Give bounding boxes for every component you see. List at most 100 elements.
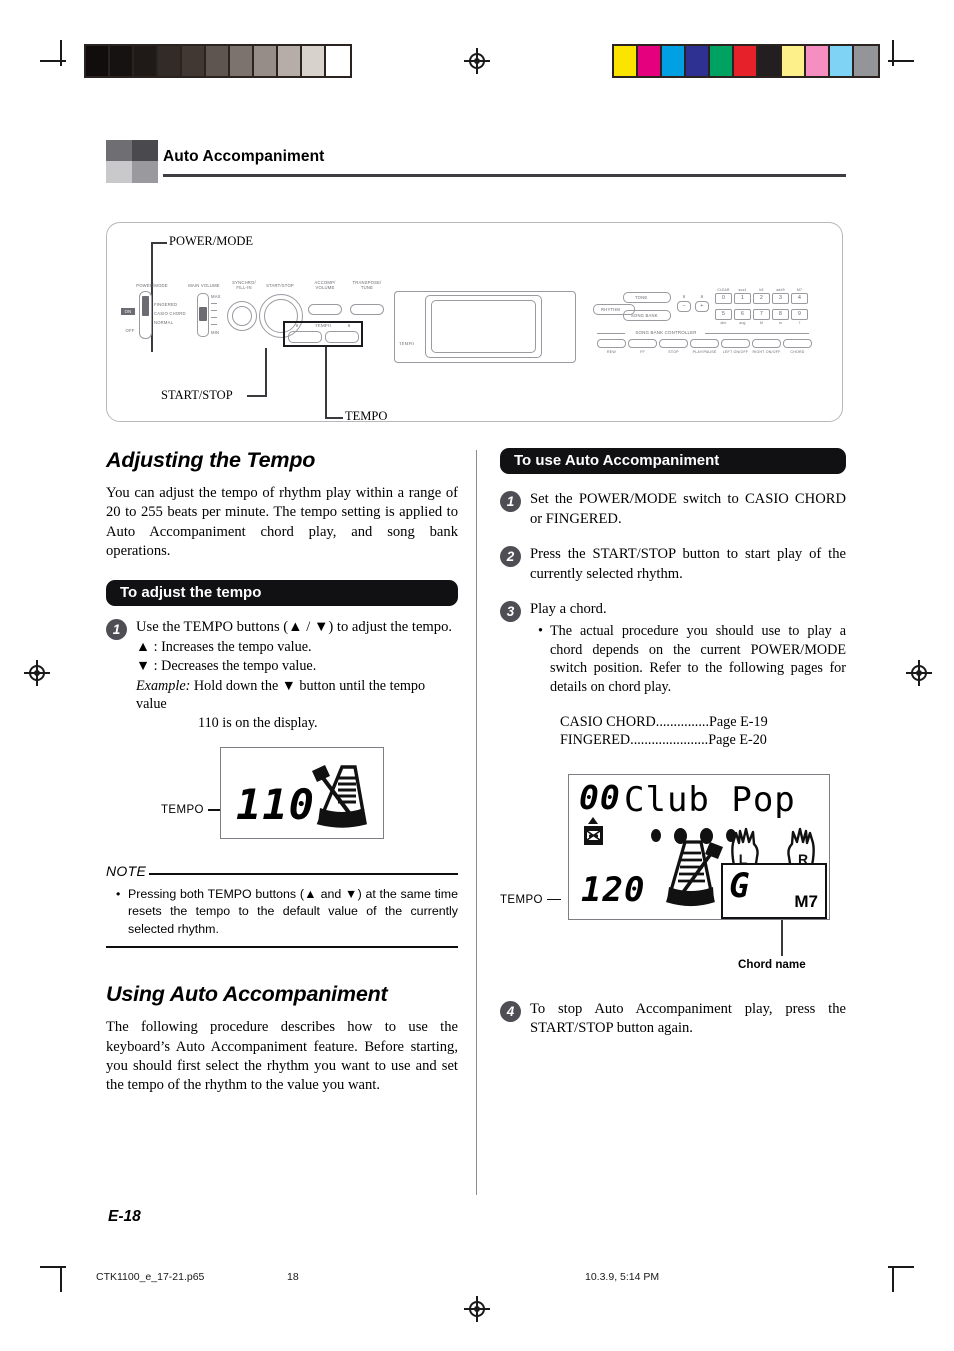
- calibration-swatch-9: [302, 46, 326, 76]
- step-example-line2: 110 is on the display.: [198, 715, 318, 732]
- numpad-key-alt-label-5: dim: [720, 321, 727, 325]
- ref-dots: ......................: [630, 732, 709, 749]
- calibration-swatch-5: [206, 46, 230, 76]
- numpad-key-alt-label-3: add9: [776, 288, 785, 292]
- controller-button-stop[interactable]: STOP: [659, 339, 688, 357]
- accompaniment-lcd-tempo-label-text: TEMPO: [500, 893, 543, 906]
- controller-button-right-on-off[interactable]: RIGHT ON/OFF: [752, 339, 781, 357]
- calibration-swatch-4: [182, 46, 206, 76]
- drum-icon: [584, 825, 603, 845]
- tempo-up-button[interactable]: [325, 331, 359, 343]
- ref-page: Page E-20: [708, 732, 767, 749]
- volume-tick-1: [211, 303, 217, 304]
- header-rule: [163, 174, 846, 177]
- left-column: Adjusting the Tempo You can adjust the t…: [106, 448, 458, 1100]
- volume-tick-4: [211, 324, 217, 325]
- numpad-key-alt-label-7: M: [759, 321, 764, 325]
- numpad-key-9[interactable]: 79: [791, 309, 808, 325]
- panel-label-transpose-tune: TRANSPOSE/ TUNE: [345, 280, 389, 291]
- numpad-key-label-6: 6: [740, 311, 745, 317]
- step-number-badge: 2: [500, 546, 521, 568]
- chord-reference-list: CASIO CHORD...............Page E-19 FING…: [560, 713, 846, 749]
- transpose-tune-button[interactable]: [350, 304, 384, 315]
- controller-button-ff[interactable]: FF: [628, 339, 657, 357]
- controller-button-chord[interactable]: CHORD: [783, 339, 812, 357]
- calibration-swatch-0: [614, 46, 638, 76]
- numpad-key-label-3: 3: [778, 295, 783, 301]
- intro-paragraph-using-auto: The following procedure describes how to…: [106, 1019, 458, 1094]
- song-bank-controller-rule-right: [705, 333, 809, 334]
- controller-button-shape[interactable]: [597, 339, 626, 348]
- power-mode-slider-knob[interactable]: [142, 296, 149, 316]
- ref-name: FINGERED: [560, 732, 631, 749]
- numpad-key-6[interactable]: aug 6: [734, 309, 751, 325]
- example-label: Example:: [136, 677, 191, 694]
- lcd-tempo-value: 120: [581, 869, 646, 910]
- numpad-key-1[interactable]: sus4 1: [734, 288, 751, 309]
- numpad-key-label-8: 8: [778, 311, 783, 317]
- tempo-down-button[interactable]: [288, 331, 322, 343]
- calibration-swatch-0: [86, 46, 110, 76]
- subsection-bar-use-auto-accompaniment: To use Auto Accompaniment: [500, 448, 846, 474]
- step-number-badge: 1: [500, 491, 521, 512]
- controller-button-label: REW: [607, 350, 616, 354]
- beat-dot-1: [651, 829, 661, 843]
- synchro-fill-in-button-inner[interactable]: [232, 306, 252, 326]
- calibration-swatch-7: [782, 46, 806, 76]
- controller-button-left-on-off[interactable]: LEFT ON/OFF: [721, 339, 750, 357]
- metronome-icon: [312, 764, 367, 828]
- controller-button-shape[interactable]: [783, 339, 812, 348]
- section-heading-adjusting-tempo: Adjusting the Tempo: [106, 448, 316, 472]
- controller-button-play-pause[interactable]: PLAY/PAUSE: [690, 339, 719, 357]
- panel-label-power-mode: POWER/MODE: [136, 283, 168, 288]
- step-number-badge: 4: [500, 1000, 521, 1022]
- step-bullet-chord-play: The actual procedure you should use to p…: [538, 622, 846, 698]
- numpad-key-8[interactable]: m8: [772, 309, 789, 325]
- numpad-key-2[interactable]: b5 2: [753, 288, 770, 309]
- callout-line-power-mode: [151, 242, 167, 244]
- tempo-lcd-label: TEMPO: [161, 804, 222, 816]
- page-header: Auto Accompaniment: [106, 140, 846, 190]
- imprint-page-number: 18: [287, 1271, 299, 1283]
- controller-button-rew[interactable]: REW: [597, 339, 626, 357]
- registration-target-top: [464, 48, 490, 74]
- calibration-swatch-1: [638, 46, 662, 76]
- panel-label-transpose-tune-text: TRANSPOSE/ TUNE: [352, 280, 382, 290]
- step-text: Press the START/STOP button to start pla…: [530, 546, 846, 582]
- callout-line-tempo-vert: [325, 347, 327, 418]
- numpad-key-5[interactable]: dim 5: [715, 309, 732, 325]
- step-number-badge: 1: [106, 618, 127, 640]
- numpad-key-label-0: 0: [721, 295, 726, 301]
- accomp-volume-button[interactable]: [308, 304, 342, 315]
- calibration-swatch-4: [710, 46, 734, 76]
- imprint-timestamp: 10.3.9, 5:14 PM: [585, 1271, 660, 1283]
- controller-button-shape[interactable]: [752, 339, 781, 348]
- tempo-lcd-label-text: TEMPO: [161, 803, 204, 816]
- panel-label-volume-min: MIN: [211, 330, 220, 335]
- controller-button-shape[interactable]: [628, 339, 657, 348]
- controller-button-shape[interactable]: [690, 339, 719, 348]
- note-heading-rule: [149, 872, 458, 876]
- chord-root-value: G: [729, 865, 751, 906]
- chord-reference-casio-chord: CASIO CHORD...............Page E-19: [560, 713, 846, 731]
- panel-label-normal: NORMAL: [154, 320, 174, 325]
- volume-tick-3: [211, 317, 217, 318]
- main-volume-slider-knob[interactable]: [199, 307, 207, 321]
- step-use-auto-1: 1 Set the POWER/MODE switch to CASIO CHO…: [500, 490, 846, 529]
- step-number-badge: 3: [500, 601, 521, 623]
- panel-label-accomp-volume: ACCOMP/ VOLUME: [303, 280, 347, 291]
- numpad-key-alt-label-4: M7: [796, 288, 803, 292]
- numpad-key-alt-label-9: 7: [798, 321, 801, 325]
- numpad-key-7[interactable]: M7: [753, 309, 770, 325]
- controller-button-shape[interactable]: [721, 339, 750, 348]
- section-logo-icon: [106, 140, 158, 183]
- numpad-key-3[interactable]: add9 3: [772, 288, 789, 309]
- numpad-key-4[interactable]: M7 4: [791, 288, 808, 309]
- step-adjust-tempo-1: 1 Use the TEMPO buttons (▲ / ▼) to adjus…: [106, 618, 458, 733]
- section-heading-using-auto-accompaniment: Using Auto Accompaniment: [106, 982, 388, 1007]
- ref-name: CASIO CHORD: [560, 714, 656, 731]
- numpad-key-0[interactable]: CLEAR 0: [715, 288, 732, 309]
- controller-button-label: CHORD: [790, 350, 805, 354]
- controller-button-shape[interactable]: [659, 339, 688, 348]
- chord-type-value: M7: [794, 891, 818, 911]
